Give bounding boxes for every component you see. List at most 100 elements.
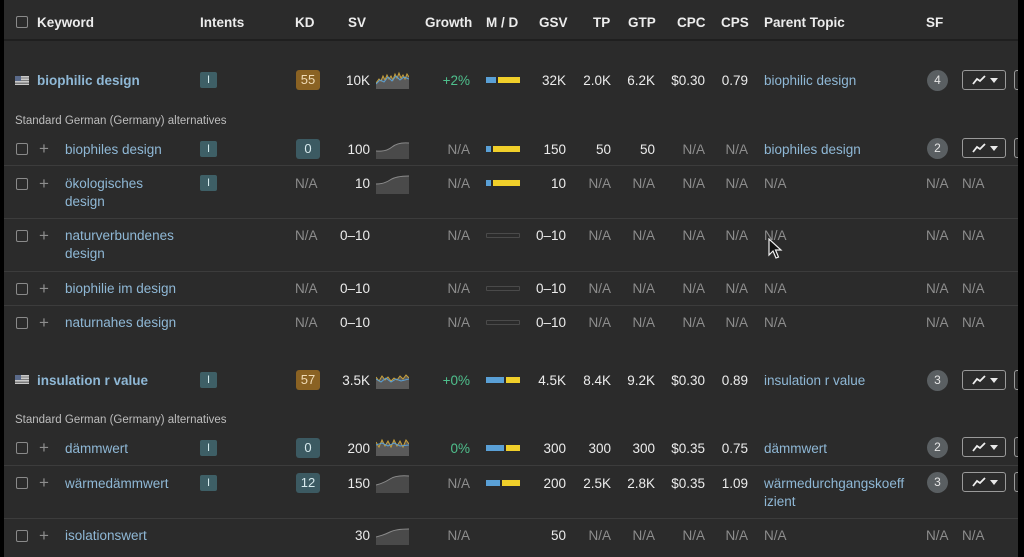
header-cpc[interactable]: CPC bbox=[677, 15, 706, 30]
growth-value: N/A bbox=[447, 176, 470, 191]
row-checkbox[interactable] bbox=[16, 230, 28, 242]
kd-badge: 12 bbox=[296, 473, 320, 493]
keyword-link[interactable]: ökologisches bbox=[65, 176, 143, 191]
keyword-link[interactable]: biophilic design bbox=[37, 73, 140, 88]
tp-value: 8.4K bbox=[583, 373, 611, 388]
intent-badge: I bbox=[200, 175, 217, 191]
row-checkbox[interactable] bbox=[16, 143, 28, 155]
parent-topic-link-line2[interactable]: izient bbox=[764, 494, 796, 509]
trend-chart-icon bbox=[972, 477, 986, 487]
plus-icon[interactable]: + bbox=[39, 474, 49, 491]
more-actions-button[interactable] bbox=[1014, 472, 1018, 492]
plus-icon[interactable]: + bbox=[39, 280, 49, 297]
keyword-link[interactable]: insulation r value bbox=[37, 373, 148, 388]
sf-value: N/A bbox=[926, 528, 949, 543]
header-intents[interactable]: Intents bbox=[200, 15, 244, 30]
row-checkbox[interactable] bbox=[16, 317, 28, 329]
intent-badge: I bbox=[200, 440, 217, 456]
more-actions-button[interactable] bbox=[1014, 370, 1018, 390]
parent-topic-link[interactable]: wärmedurchgangskoeff bbox=[764, 476, 904, 491]
trend-dropdown-button[interactable] bbox=[962, 370, 1006, 390]
trend-dropdown-button[interactable] bbox=[962, 472, 1006, 492]
kd-value: N/A bbox=[295, 228, 318, 243]
plus-icon[interactable]: + bbox=[39, 140, 49, 157]
tp-value: 2.0K bbox=[583, 73, 611, 88]
header-keyword[interactable]: Keyword bbox=[37, 15, 94, 30]
sv-value: 10 bbox=[354, 176, 370, 191]
select-all-checkbox[interactable] bbox=[16, 16, 28, 28]
gtp-value: 2.8K bbox=[627, 476, 655, 491]
header-md[interactable]: M / D bbox=[486, 15, 518, 30]
keyword-link[interactable]: naturnahes design bbox=[65, 315, 176, 330]
sf-count[interactable]: 2 bbox=[927, 138, 948, 159]
header-sf[interactable]: SF bbox=[926, 15, 943, 30]
parent-topic-link[interactable]: insulation r value bbox=[764, 373, 865, 388]
growth-value: +2% bbox=[442, 73, 470, 88]
more-actions-button[interactable] bbox=[1014, 138, 1018, 158]
alternatives-label: Standard German (Germany) alternatives bbox=[15, 414, 227, 426]
header-growth[interactable]: Growth bbox=[425, 15, 472, 30]
trend-dropdown-button[interactable] bbox=[962, 138, 1006, 158]
keyword-link[interactable]: isolationswert bbox=[65, 528, 147, 543]
keyword-link-line2[interactable]: design bbox=[65, 194, 105, 209]
sv-value: 0–10 bbox=[339, 281, 370, 296]
row-checkbox[interactable] bbox=[16, 530, 28, 542]
sv-value: 200 bbox=[347, 441, 370, 456]
gtp-value: 300 bbox=[632, 441, 655, 456]
more-actions-button[interactable] bbox=[1014, 437, 1018, 457]
trend-value: N/A bbox=[962, 228, 985, 243]
trend-dropdown-button[interactable] bbox=[962, 437, 1006, 457]
kd-value: N/A bbox=[295, 176, 318, 191]
tp-value: N/A bbox=[588, 281, 611, 296]
cpc-value: $0.35 bbox=[671, 476, 705, 491]
parent-topic-value: N/A bbox=[764, 281, 787, 296]
header-divider bbox=[4, 39, 1018, 41]
plus-icon[interactable]: + bbox=[39, 227, 49, 244]
header-sv[interactable]: SV bbox=[348, 15, 366, 30]
header-gsv[interactable]: GSV bbox=[539, 15, 568, 30]
sv-trend-sparkline bbox=[376, 475, 409, 493]
header-cps[interactable]: CPS bbox=[721, 15, 749, 30]
cpc-value: N/A bbox=[682, 315, 705, 330]
parent-topic-link[interactable]: biophilic design bbox=[764, 73, 856, 88]
sf-count[interactable]: 4 bbox=[927, 70, 948, 91]
header-gtp[interactable]: GTP bbox=[628, 15, 656, 30]
more-actions-button[interactable] bbox=[1014, 70, 1018, 90]
row-checkbox[interactable] bbox=[16, 442, 28, 454]
keyword-link[interactable]: wärmedämmwert bbox=[65, 476, 169, 491]
growth-value: 0% bbox=[450, 441, 470, 456]
plus-icon[interactable]: + bbox=[39, 314, 49, 331]
keyword-link[interactable]: biophiles design bbox=[65, 142, 162, 157]
md-bar bbox=[486, 233, 520, 238]
plus-icon[interactable]: + bbox=[39, 527, 49, 544]
header-tp[interactable]: TP bbox=[593, 15, 610, 30]
gtp-value: 50 bbox=[639, 142, 655, 157]
plus-icon[interactable]: + bbox=[39, 439, 49, 456]
trend-dropdown-button[interactable] bbox=[962, 70, 1006, 90]
plus-icon[interactable]: + bbox=[39, 175, 49, 192]
keyword-link[interactable]: dämmwert bbox=[65, 441, 128, 456]
table-row: + dämmwert I 0 200 0% 300 300 300 $0.35 … bbox=[4, 431, 1018, 465]
cpc-value: N/A bbox=[682, 281, 705, 296]
parent-topic-link[interactable]: dämmwert bbox=[764, 441, 827, 456]
keyword-link-line2[interactable]: design bbox=[65, 246, 105, 261]
sf-count[interactable]: 3 bbox=[927, 370, 948, 391]
sf-count[interactable]: 2 bbox=[927, 437, 948, 458]
sv-trend-sparkline bbox=[376, 374, 409, 389]
header-kd[interactable]: KD bbox=[295, 15, 315, 30]
cpc-value: $0.35 bbox=[671, 441, 705, 456]
sv-value: 10K bbox=[345, 73, 370, 88]
parent-topic-link[interactable]: biophiles design bbox=[764, 142, 861, 157]
table-row: + biophilie im design N/A 0–10 N/A 0–10 … bbox=[4, 272, 1018, 306]
row-checkbox[interactable] bbox=[16, 283, 28, 295]
row-checkbox[interactable] bbox=[16, 178, 28, 190]
md-bar bbox=[486, 480, 520, 486]
row-checkbox[interactable] bbox=[16, 477, 28, 489]
keyword-link[interactable]: naturverbundenes bbox=[65, 228, 174, 243]
gtp-value: N/A bbox=[632, 281, 655, 296]
gsv-value: 0–10 bbox=[535, 315, 566, 330]
intent-badge: I bbox=[200, 72, 217, 88]
header-parent-topic[interactable]: Parent Topic bbox=[764, 15, 845, 30]
sf-count[interactable]: 3 bbox=[927, 472, 948, 493]
keyword-link[interactable]: biophilie im design bbox=[65, 281, 176, 296]
